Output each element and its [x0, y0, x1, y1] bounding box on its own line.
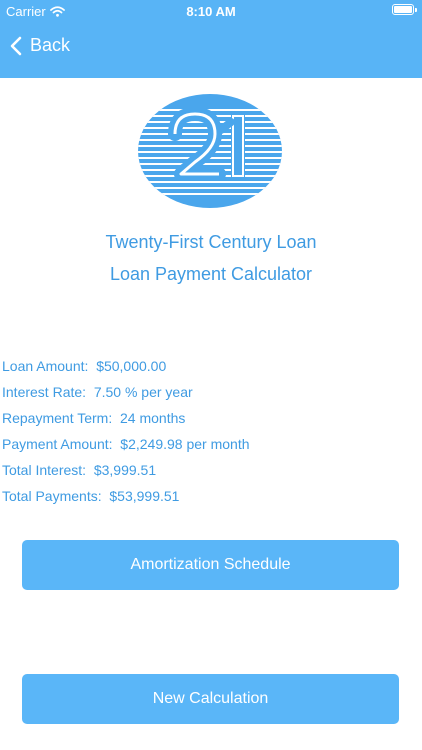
status-time: 8:10 AM	[186, 4, 236, 19]
back-label: Back	[30, 35, 71, 55]
company-logo	[138, 94, 282, 208]
result-value: $3,999.51	[93, 462, 157, 478]
amortization-schedule-button[interactable]: Amortization Schedule	[22, 540, 399, 590]
result-label: Total Interest:	[2, 462, 87, 478]
result-label: Loan Amount:	[2, 358, 89, 374]
result-value: $53,999.51	[109, 488, 180, 504]
result-label: Payment Amount:	[2, 436, 113, 452]
back-button[interactable]: Back	[10, 35, 70, 56]
chevron-left-icon	[10, 36, 22, 55]
result-label: Total Payments:	[2, 488, 102, 504]
app-title: Twenty-First Century Loan	[105, 232, 317, 252]
navigation-bar: Carrier 8:10 AM Back	[0, 0, 422, 78]
result-value: 7.50 % per year	[93, 384, 193, 400]
result-total-payments: Total Payments: $53,999.51	[2, 485, 250, 511]
result-label: Interest Rate:	[2, 384, 87, 400]
new-calculation-button[interactable]: New Calculation	[22, 674, 399, 724]
result-payment-amount: Payment Amount: $2,249.98 per month	[2, 433, 250, 459]
result-value: $2,249.98 per month	[120, 436, 250, 452]
result-total-interest: Total Interest: $3,999.51	[2, 459, 250, 485]
result-interest-rate: Interest Rate: 7.50 % per year	[2, 381, 250, 407]
app-subtitle: Loan Payment Calculator	[109, 264, 313, 284]
result-value: 24 months	[120, 410, 186, 426]
loan-results: Loan Amount: $50,000.00 Interest Rate: 7…	[2, 355, 250, 511]
result-repayment-term: Repayment Term: 24 months	[2, 407, 250, 433]
battery-icon	[392, 4, 417, 15]
status-bar: Carrier 8:10 AM	[0, 0, 422, 24]
result-loan-amount: Loan Amount: $50,000.00	[2, 355, 250, 381]
result-label: Repayment Term:	[2, 410, 113, 426]
result-value: $50,000.00	[96, 358, 167, 374]
